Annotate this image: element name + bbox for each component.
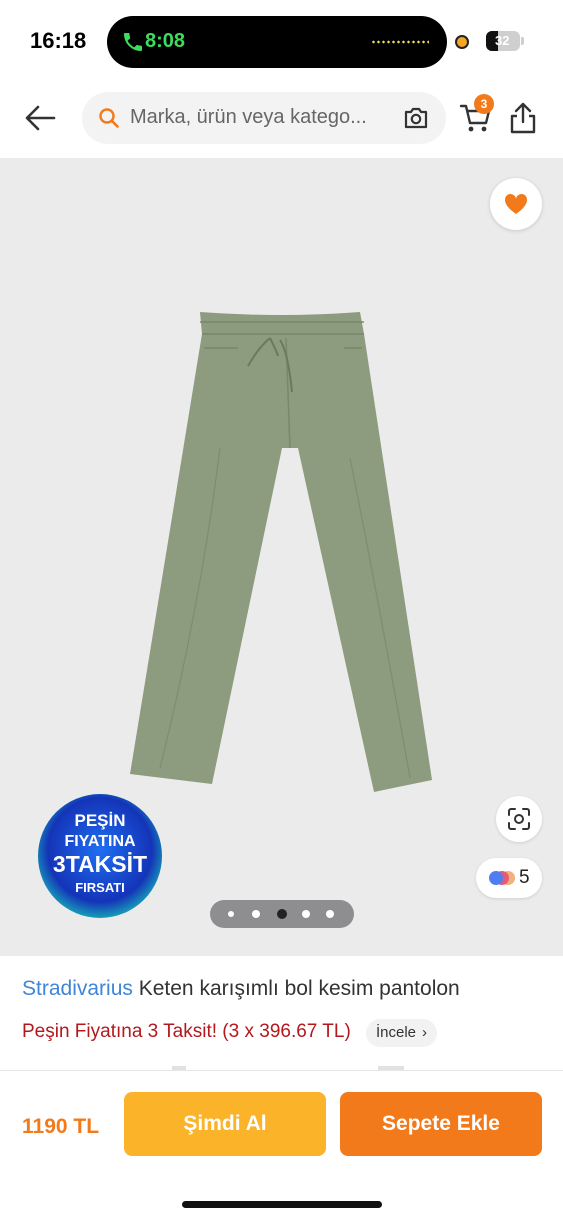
promo-line-4: FIRSATI: [75, 880, 125, 895]
search-icon: [99, 108, 119, 128]
top-header: Marka, ürün veya katego... 3: [0, 82, 563, 158]
pager-dot[interactable]: [302, 910, 310, 918]
promo-line-2: FIYATINA: [64, 833, 136, 850]
status-bar: 16:18 8:08 32: [0, 0, 563, 82]
image-pager[interactable]: [210, 900, 354, 928]
inspect-label: İncele: [376, 1024, 417, 1041]
promo-line-1: PEŞİN: [74, 811, 125, 830]
audio-waveform-icon: [371, 40, 429, 44]
product-name: Keten karışımlı bol kesim pantolon: [138, 977, 460, 1000]
share-icon[interactable]: [506, 100, 540, 136]
heart-icon: [504, 193, 528, 214]
product-title: Stradivarius Keten karışımlı bol kesim p…: [22, 977, 460, 1001]
recording-indicator-icon: [455, 35, 469, 49]
brand-link[interactable]: Stradivarius: [22, 977, 133, 1000]
home-indicator[interactable]: [182, 1201, 382, 1208]
promo-line-3: 3TAKSİT: [53, 851, 147, 877]
color-variants-button[interactable]: 5: [476, 858, 542, 898]
camera-search-icon[interactable]: [402, 105, 430, 131]
bottom-action-bar: 1190 TL Şimdi Al Sepete Ekle: [0, 1070, 563, 1219]
product-image: [130, 312, 432, 792]
add-to-cart-button[interactable]: Sepete Ekle: [340, 1092, 542, 1156]
cart-count-badge: 3: [474, 94, 494, 114]
installment-promo-badge: PEŞİN FIYATINA 3TAKSİT FIRSATI: [38, 794, 162, 918]
visual-search-button[interactable]: [496, 796, 542, 842]
buy-now-button[interactable]: Şimdi Al: [124, 1092, 326, 1156]
pager-dot[interactable]: [228, 911, 234, 917]
pager-dot-active[interactable]: [277, 909, 287, 919]
product-price: 1190 TL: [22, 1115, 100, 1138]
battery-cap: [521, 37, 524, 45]
phone-call-icon: [124, 33, 142, 51]
call-duration: 8:08: [145, 30, 186, 52]
search-bar[interactable]: Marka, ürün veya katego...: [82, 92, 446, 144]
chevron-right-icon: ›: [422, 1024, 428, 1041]
search-placeholder: Marka, ürün veya katego...: [130, 106, 367, 128]
variants-count: 5: [519, 867, 530, 888]
installment-offer-text: Peşin Fiyatına 3 Taksit! (3 x 396.67 TL): [22, 1021, 351, 1042]
favorite-button[interactable]: [490, 178, 542, 230]
inspect-offer-button[interactable]: İncele ›: [366, 1019, 438, 1047]
lens-scan-icon: [508, 808, 530, 830]
back-arrow-icon[interactable]: [20, 100, 60, 136]
battery-icon: 32: [486, 31, 520, 51]
product-image-gallery[interactable]: PEŞİN FIYATINA 3TAKSİT FIRSATI 5: [0, 158, 563, 956]
pager-dot[interactable]: [252, 910, 260, 918]
battery-percentage: 32: [495, 33, 510, 48]
status-time: 16:18: [30, 28, 87, 53]
dynamic-island[interactable]: 8:08: [107, 16, 447, 68]
pager-dot[interactable]: [326, 910, 334, 918]
color-variants-icon: [489, 871, 515, 885]
